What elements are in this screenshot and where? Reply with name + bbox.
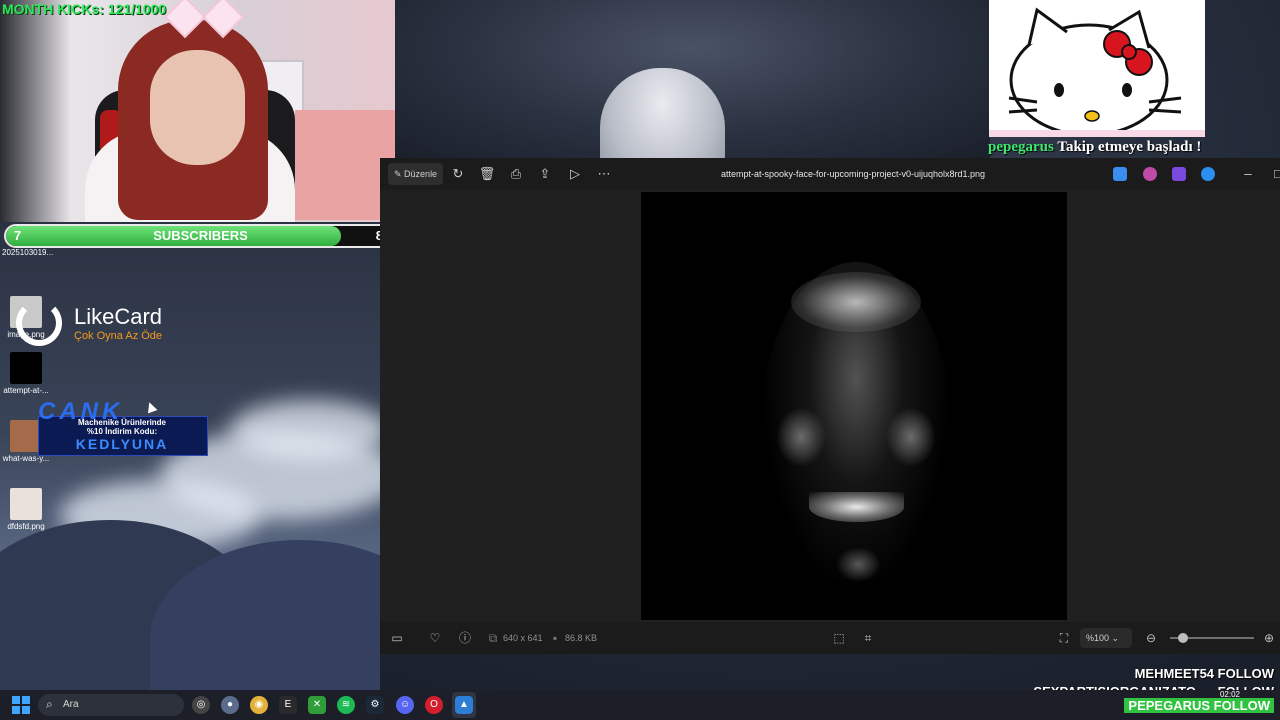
image-canvas: [380, 190, 1280, 622]
webcam-feed: [0, 0, 395, 222]
spotify-taskbar-icon[interactable]: ≋: [337, 696, 355, 714]
minimize-icon[interactable]: –: [1238, 164, 1258, 184]
alert-message: Takip etmeye başladı !: [1057, 139, 1202, 155]
photos-app-window: attempt-at-spooky-face-for-upcoming-proj…: [380, 158, 1280, 654]
scan-text-icon[interactable]: ⌗: [859, 629, 877, 647]
follower-name: MEHMEET54: [1134, 666, 1215, 681]
onedrive-icon[interactable]: [1201, 167, 1215, 181]
share-icon[interactable]: ⇪: [535, 164, 555, 184]
desktop-file-label[interactable]: 2025103019...: [2, 248, 53, 257]
photos-taskbar-icon[interactable]: ▲: [455, 696, 473, 714]
zoom-select[interactable]: %100 ⌄: [1080, 628, 1132, 648]
follow-entry-highlight: PEPEGARUS FOLLOW: [1124, 698, 1274, 713]
copilot-taskbar-icon[interactable]: ◎: [192, 696, 210, 714]
discord-taskbar-icon[interactable]: ☺: [396, 696, 414, 714]
opera-taskbar-icon[interactable]: O: [425, 696, 443, 714]
steam-taskbar-icon[interactable]: ⚙: [366, 696, 384, 714]
maximize-icon[interactable]: □: [1268, 164, 1280, 184]
file-size-icon: ▪: [552, 631, 558, 645]
hello-kitty-icon: [1008, 7, 1182, 137]
crop-icon[interactable]: ⬚: [830, 629, 848, 647]
portrait-thumbnail-icon: [10, 488, 42, 520]
browser-taskbar-icon[interactable]: ●: [221, 696, 239, 714]
print-icon[interactable]: ⎙: [506, 164, 526, 184]
follow-alert-image: [989, 0, 1205, 137]
image-dimensions: 640 x 641: [503, 633, 543, 643]
clipchamp-icon[interactable]: [1172, 167, 1186, 181]
promo-code: KEDLYUNA: [75, 436, 169, 452]
follow-action: FOLLOW: [1217, 666, 1274, 681]
info-icon[interactable]: ⓘ: [456, 629, 474, 647]
likecard-ad: LikeCard Çok Oyna Az Öde: [16, 296, 196, 352]
taskbar: ⌕ Ara ◎ ● ◉ E ✕ ≋ ⚙ ☺ O ▲ 02:02 PEPEGARU…: [0, 690, 1280, 720]
spooky-face-image: [641, 192, 1067, 620]
delete-icon[interactable]: 🗑: [477, 164, 497, 184]
zoom-slider-thumb[interactable]: [1177, 633, 1188, 643]
filmstrip-icon[interactable]: ▭: [388, 629, 406, 647]
follower-name: PEPEGARUS: [1128, 698, 1211, 713]
photos-statusbar: ▭ ♡ ⓘ ⧉ 640 x 641 ▪ 86.8 KB ⬚ ⌗ ⛶ %100 ⌄…: [380, 622, 1280, 654]
rotate-icon[interactable]: ↻: [448, 164, 468, 184]
photos-toolbar: attempt-at-spooky-face-for-upcoming-proj…: [380, 158, 1280, 190]
alert-bar: [989, 130, 1205, 137]
taskbar-search[interactable]: ⌕ Ara: [38, 694, 184, 716]
likecard-logo-icon: [16, 300, 62, 346]
month-kicks-counter: MONTH KICKs: 121/1000: [2, 1, 167, 17]
search-placeholder: Ara: [63, 699, 79, 710]
spooky-face-thumbnail-icon: [10, 352, 42, 384]
desktop-icon-label: attempt-at-...: [3, 386, 49, 395]
subscriber-label: SUBSCRIBERS: [153, 228, 248, 243]
zoom-out-icon[interactable]: ⊖: [1142, 629, 1160, 647]
epic-games-taskbar-icon[interactable]: E: [279, 696, 297, 714]
more-icon[interactable]: ⋯: [594, 164, 614, 184]
fit-to-window-icon[interactable]: ⛶: [1055, 629, 1073, 647]
desktop-icon-label: dfdsfd.png: [7, 522, 45, 531]
dimensions-icon: ⧉: [488, 631, 498, 645]
copilot-icon[interactable]: [1143, 167, 1157, 181]
promo-line-2: %10 İndirim Kodu:: [86, 427, 158, 436]
image-file-size: 86.8 KB: [565, 633, 598, 643]
subscriber-goal-bar: 7 SUBSCRIBERS 8: [4, 224, 393, 248]
favorite-icon[interactable]: ♡: [426, 629, 444, 647]
chevron-down-icon: ⌄: [1111, 633, 1120, 643]
follow-action: FOLLOW: [1213, 698, 1270, 713]
photos-app-icon[interactable]: [1113, 167, 1127, 181]
promo-line-1: Machenike Ürünlerinde: [77, 418, 167, 427]
xbox-taskbar-icon[interactable]: ✕: [308, 696, 326, 714]
slideshow-icon[interactable]: ▷: [565, 164, 585, 184]
alert-username: pepegarus: [988, 139, 1054, 155]
search-icon: ⌕: [46, 697, 53, 711]
edit-button[interactable]: ✎ Düzenle: [388, 163, 444, 185]
desktop-icon-attempt[interactable]: attempt-at-...: [2, 352, 50, 395]
likecard-tagline: Çok Oyna Az Öde: [74, 330, 163, 342]
likecard-title: LikeCard: [74, 304, 163, 329]
cank-promo: CANK Machenike Ürünlerinde %10 İndirim K…: [38, 398, 208, 456]
background-art: [395, 0, 990, 160]
chrome-taskbar-icon[interactable]: ◉: [250, 696, 268, 714]
follow-entry: MEHMEET54 FOLLOW: [1135, 666, 1274, 681]
edit-label: Düzenle: [404, 169, 438, 179]
desktop-icon-dfdsfd[interactable]: dfdsfd.png: [2, 488, 50, 531]
character-hair-art: [600, 68, 725, 160]
zoom-in-icon[interactable]: ⊕: [1260, 629, 1278, 647]
zoom-value: %100: [1086, 633, 1110, 643]
start-button[interactable]: [12, 696, 30, 714]
follow-alert-text: pepegarus Takip etmeye başladı !: [988, 139, 1201, 156]
edit-icon: ✎: [394, 169, 405, 179]
